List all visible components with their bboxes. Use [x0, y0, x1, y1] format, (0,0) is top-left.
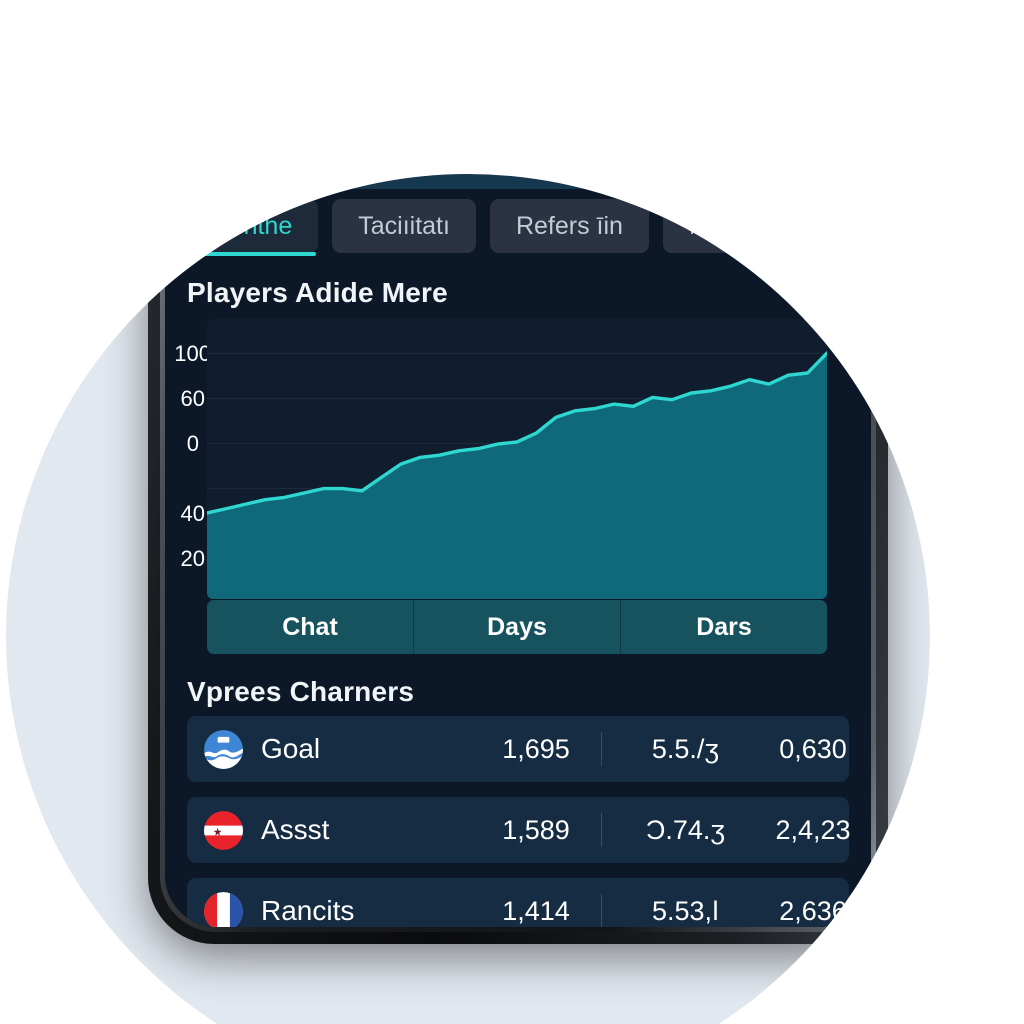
tab-bar: Bənthe Taciıitatı Refers īin New Torce [165, 199, 871, 261]
tab-refersiin[interactable]: Refers īin [489, 199, 649, 253]
app-body: Bənthe Taciıitatı Refers īin New Torce P… [165, 189, 871, 927]
tab-benthe[interactable]: Bənthe [187, 199, 319, 256]
y-tick-1: 60 [180, 386, 205, 411]
tab-newtorce[interactable]: New Torce [662, 199, 833, 253]
phone-bezel: 9:38 FaƵert the Saction Bənthe Taciıitat… [165, 11, 871, 927]
row-value-3: 2,4,23 [775, 814, 851, 845]
tab-label: Taciıitatı [358, 211, 450, 240]
red-white-flag-icon [204, 810, 243, 850]
player-list: Goal 1,695 5.5./ʒ 0,630 Assst 1,589 Ɔ.74… [187, 716, 851, 927]
phone-screen: 9:38 FaƵert the Saction Bənthe Taciıitat… [165, 11, 871, 927]
row-label: Goal [261, 733, 321, 764]
row-value-1: 1,695 [502, 733, 570, 764]
chart-footer-days[interactable]: Days [414, 600, 621, 654]
row-value-1: 1,414 [502, 895, 570, 926]
page-title: FaƵert the Saction [376, 111, 660, 147]
table-row[interactable]: Assst 1,589 Ɔ.74.ʒ 2,4,23 [187, 797, 851, 863]
status-indicators [715, 43, 826, 64]
row-label: Assst [261, 814, 330, 845]
front-camera-icon [606, 32, 627, 53]
y-tick-0: 100 [174, 341, 211, 366]
phone-frame: 9:38 FaƵert the Saction Bənthe Taciıitat… [160, 6, 876, 932]
table-row[interactable]: Goal 1,695 5.5./ʒ 0,630 [187, 716, 849, 782]
table-row[interactable]: Rancits 1,414 5.53,ǀ 2,636 [187, 878, 849, 927]
row-value-2: Ɔ.74.ʒ [645, 814, 726, 845]
battery-full-icon [790, 45, 826, 62]
chat-button[interactable] [783, 103, 845, 165]
tab-label: Refers īin [515, 211, 623, 240]
tab-tacititatl[interactable]: Taciıitatı [332, 199, 476, 253]
y-tick-4: 20 [180, 546, 205, 571]
tab-label: Bənthe [213, 211, 293, 240]
screenshot-stage: 9:38 FaƵert the Saction Bənthe Taciıitat… [0, 0, 1024, 1024]
row-value-2: 5.5./ʒ [651, 733, 720, 764]
chart-area-plot [207, 351, 827, 599]
row-value-2: 5.53,ǀ [651, 895, 720, 926]
row-value-3: 0,630 [779, 733, 847, 764]
row-divider [601, 813, 602, 847]
row-value-1: 1,589 [502, 814, 570, 845]
row-label: Rancits [261, 895, 355, 926]
row-divider [601, 894, 602, 927]
wifi-icon [753, 44, 777, 62]
y-tick-3: 40 [180, 501, 205, 526]
row-value-3: 2,636 [779, 895, 847, 926]
chart-section-title: Players Adide Mere [187, 277, 448, 308]
chat-bubble-icon [795, 114, 841, 160]
chart-y-axis: 100 60 0 40 20 [165, 319, 211, 599]
tab-label: New Torce [688, 211, 807, 240]
france-flag-icon [204, 891, 243, 927]
y-tick-2: 0 [186, 431, 199, 456]
status-time: 9:38 [227, 39, 292, 74]
row-divider [601, 732, 602, 766]
notch [367, 11, 669, 73]
nav-row: FaƵert the Saction [165, 93, 871, 183]
list-section-title: Vprees Charners [187, 676, 415, 707]
chart-footer-chat[interactable]: Chat [207, 600, 414, 654]
blue-wave-flag-icon [204, 729, 243, 769]
chart-footer-dars[interactable]: Dars [621, 600, 827, 654]
chart-card [207, 319, 827, 599]
chart-footer-buttons: Chat Days Dars [207, 600, 827, 654]
earpiece-speaker-icon [415, 38, 527, 47]
phone-device: 9:38 FaƵert the Saction Bənthe Taciıitat… [148, 0, 888, 944]
cellular-signal-icon [715, 43, 740, 64]
